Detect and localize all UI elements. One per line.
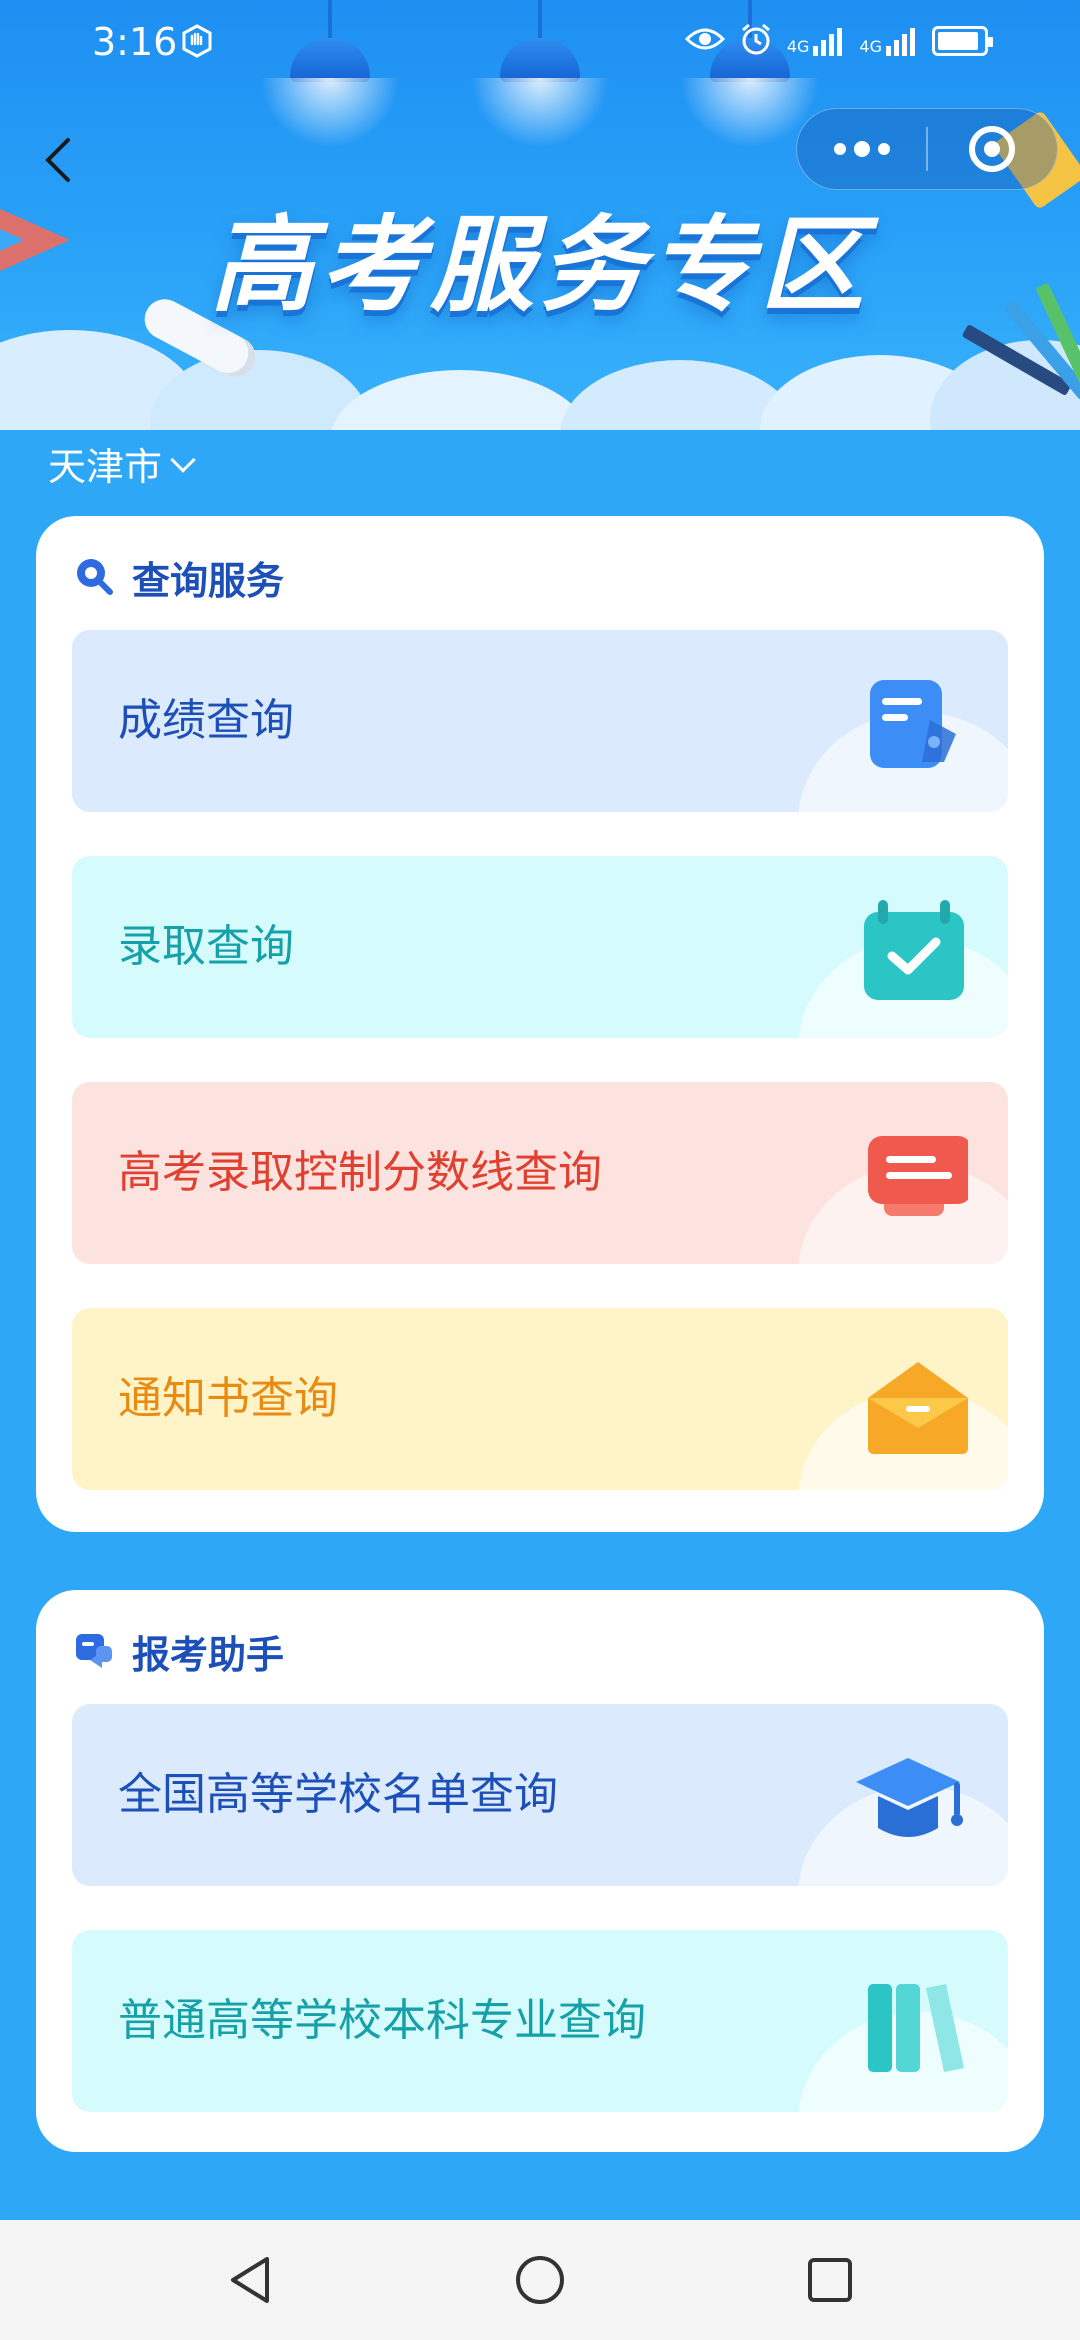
miniprogram-capsule [796,108,1058,190]
eye-icon [684,25,725,57]
score-query-item[interactable]: 成绩查询 [72,630,1008,812]
section-header: 查询服务 [74,550,284,605]
battery-icon [932,26,993,56]
hand-icon [180,24,214,62]
undergraduate-major-query-item[interactable]: 普通高等学校本科专业查询 [72,1930,1008,2112]
application-assistant-card: 报考助手 全国高等学校名单查询 普通高等学校本科专业查询 [36,1590,1044,2152]
admission-letter-query-item[interactable]: 通知书查询 [72,1308,1008,1490]
system-navigation-bar [0,2220,1080,2340]
city-selector[interactable]: 天津市 [48,436,196,491]
graduation-cap-icon [848,1738,968,1858]
item-label: 普通高等学校本科专业查询 [118,1995,646,2046]
chat-icon [74,1630,114,1674]
cutoff-score-query-item[interactable]: 高考录取控制分数线查询 [72,1082,1008,1264]
section-header: 报考助手 [74,1624,284,1679]
nav-recents-button[interactable] [800,2250,860,2310]
nav-home-button[interactable] [510,2250,570,2310]
item-label: 录取查询 [118,921,294,972]
square-recents-icon [808,2258,852,2302]
more-options-button[interactable] [797,108,926,190]
triangle-back-icon [231,2257,269,2303]
section-title: 查询服务 [132,559,285,603]
page-title: 高考服务专区 [209,204,870,326]
item-label: 通知书查询 [118,1373,338,1424]
section-title: 报考助手 [132,1633,285,1677]
close-miniprogram-button[interactable] [928,108,1057,190]
network-type-label: 4G [786,37,810,56]
university-list-query-item[interactable]: 全国高等学校名单查询 [72,1704,1008,1886]
target-icon [969,126,1016,172]
admission-query-item[interactable]: 录取查询 [72,856,1008,1038]
alarm-icon [739,22,773,60]
nav-back-button[interactable] [220,2250,280,2310]
message-card-icon [848,1116,972,1236]
item-label: 成绩查询 [118,695,294,746]
item-label: 全国高等学校名单查询 [118,1769,558,1820]
envelope-icon [848,1342,968,1462]
calendar-check-icon [848,890,968,1010]
network-type-label: 4G [859,37,882,56]
status-time: 3:16 [92,20,178,64]
signal-icon: 4G [859,26,918,56]
books-icon [848,1964,968,2084]
chevron-down-icon [170,446,196,473]
city-label: 天津市 [48,445,163,489]
query-services-card: 查询服务 成绩查询 录取查询 高考录取控制分数线查询 通知书查询 [36,516,1044,1532]
chevron-left-icon [45,138,70,182]
status-bar: 3:16 4G 4G [0,0,1080,86]
signal-icon: 4G [787,26,846,56]
back-button[interactable] [30,130,90,190]
item-label: 高考录取控制分数线查询 [118,1147,602,1198]
score-report-icon [848,664,968,784]
circle-home-icon [516,2256,564,2304]
search-icon [74,556,114,600]
